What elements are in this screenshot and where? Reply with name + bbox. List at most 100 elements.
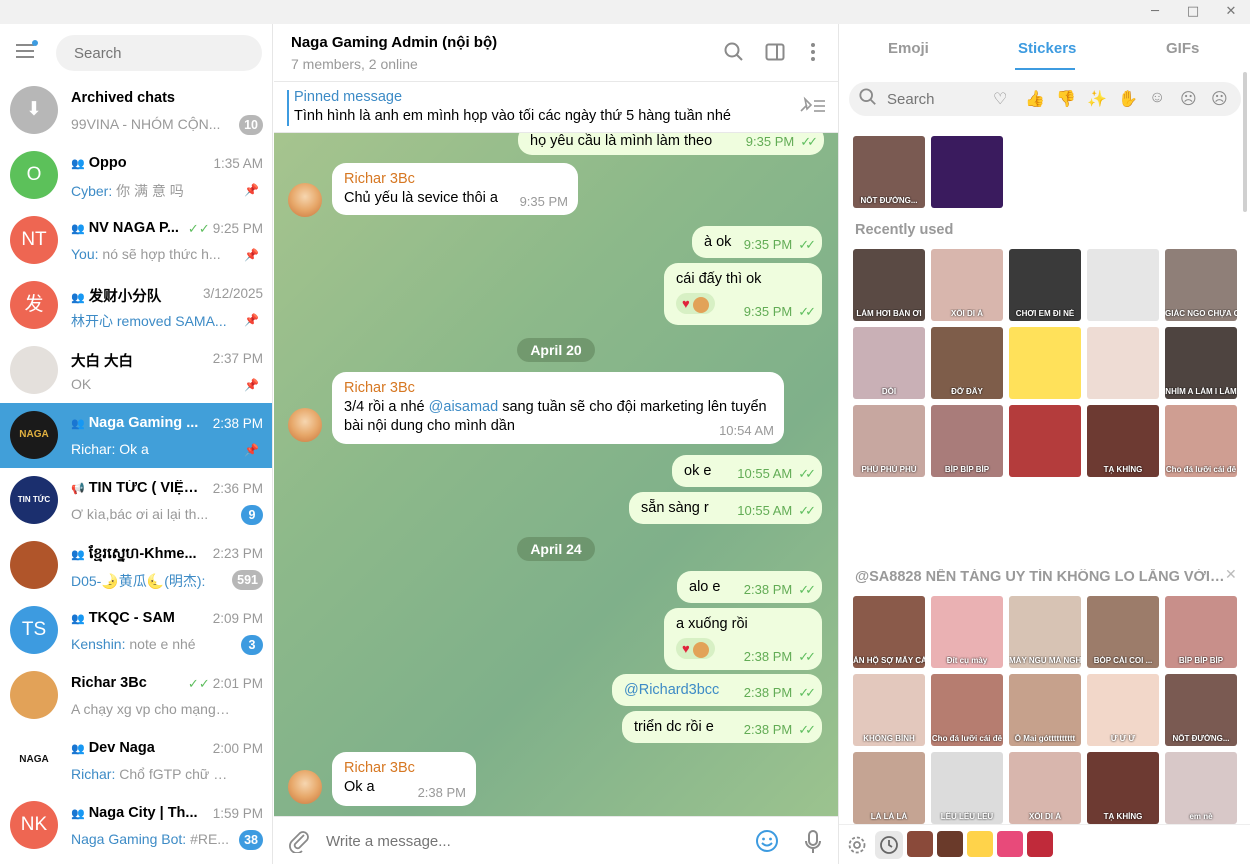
- search-input[interactable]: [56, 35, 262, 71]
- smile-icon[interactable]: ☺: [1149, 89, 1165, 107]
- scrollbar-thumb[interactable]: [1243, 72, 1247, 212]
- sticker[interactable]: ĐỠ ĐÂY: [931, 327, 1003, 399]
- sticker[interactable]: [931, 136, 1003, 208]
- sticker[interactable]: BÓP CÁI COI ...: [1087, 596, 1159, 668]
- message-bubble[interactable]: @Richard3bcc 2:38 PM ✓✓: [612, 674, 822, 706]
- sticker[interactable]: [1087, 327, 1159, 399]
- party-icon[interactable]: ✨: [1087, 89, 1107, 109]
- sticker[interactable]: BÍP BÍP BÍP: [931, 405, 1003, 477]
- pinned-message-bar[interactable]: Pinned message Tình hình là anh em mình …: [274, 82, 838, 133]
- avatar[interactable]: [288, 408, 322, 442]
- message-bubble[interactable]: họ yêu cầu là mình làm theo 9:35 PM ✓✓: [518, 133, 824, 155]
- tab-emoji[interactable]: Emoji: [888, 40, 929, 57]
- sticker[interactable]: DỖI: [853, 327, 925, 399]
- sticker[interactable]: Đít cụ mày: [931, 596, 1003, 668]
- message-area[interactable]: họ yêu cầu là mình làm theo 9:35 PM ✓✓ Ri…: [274, 133, 838, 816]
- reaction[interactable]: ♥: [676, 638, 716, 659]
- microphone-icon[interactable]: [804, 829, 822, 861]
- message-input[interactable]: [326, 817, 746, 864]
- sticker[interactable]: LÀ LÀ LÁ: [853, 752, 925, 824]
- chat-list-item[interactable]: ⬇ Archived chats 99VINA - NHÓM CỘN... 10: [0, 78, 272, 143]
- sticker[interactable]: NỐT ĐƯỜNG...: [1165, 674, 1237, 746]
- sender-name[interactable]: Richar 3Bc: [344, 759, 464, 778]
- chat-list-item[interactable]: TIN TỨC 📢 TIN TỨC ( VIỆT ... 2:36 PM Ơ kìa,b…: [0, 468, 272, 533]
- sticker[interactable]: Ừ Ừ Ừ: [1087, 674, 1159, 746]
- thumbs-down-icon[interactable]: 👎: [1056, 89, 1076, 109]
- close-pack-icon[interactable]: ✕: [1225, 566, 1237, 583]
- sticker[interactable]: NHÌM A LÀM I LẮM: [1165, 327, 1237, 399]
- chat-list-item[interactable]: NAGA 👥 Dev Naga 2:00 PM Richar: Chổ fGTP chữ…: [0, 728, 272, 793]
- chat-list-item[interactable]: 👥 ខ្មែរស្នេហ-Khme... 2:23 PM D05-🌛黄瓜🌜(明杰): …: [0, 533, 272, 598]
- message-bubble[interactable]: ok e 10:55 AM ✓✓: [672, 455, 822, 487]
- sticker[interactable]: XÕI DI Á: [931, 249, 1003, 321]
- recent-clock-icon[interactable]: [875, 831, 903, 859]
- sticker[interactable]: GIÁC NGO CHỰA CON THAI: [1165, 249, 1237, 321]
- thumbs-up-icon[interactable]: 👍: [1025, 89, 1045, 109]
- chat-list-item[interactable]: 发 👥 发财小分队 3/12/2025 林开心 removed SAMA... 📌: [0, 273, 272, 338]
- sidebar-toggle-icon[interactable]: [764, 42, 786, 64]
- sticker[interactable]: [1009, 405, 1081, 477]
- message-bubble[interactable]: sẵn sàng r 10:55 AM ✓✓: [629, 492, 822, 524]
- wave-hand-icon[interactable]: ✋: [1118, 89, 1138, 109]
- settings-icon[interactable]: [847, 835, 867, 858]
- sticker[interactable]: [1009, 483, 1081, 555]
- sticker-search-input[interactable]: [887, 82, 987, 116]
- message-bubble[interactable]: triển dc rồi e 2:38 PM ✓✓: [622, 711, 822, 743]
- sticker-pack-tab[interactable]: [937, 831, 963, 857]
- sticker[interactable]: ĂN HỘ SỢ MẤY CÁI: [853, 596, 925, 668]
- tab-gifs[interactable]: GIFs: [1166, 40, 1199, 57]
- angry-icon[interactable]: ☹: [1180, 89, 1197, 109]
- message-bubble[interactable]: a xuống rồi ♥ 2:38 PM ✓✓: [664, 608, 822, 670]
- sticker[interactable]: TẠ KHÌNG: [1087, 752, 1159, 824]
- message-bubble[interactable]: Richar 3Bc Chủ yếu là sevice thôi a 9:35…: [332, 163, 578, 215]
- chat-list-item[interactable]: NT 👥 NV NAGA P... ✓✓ 9:25 PM You: nó sẽ hợp t…: [0, 208, 272, 273]
- avatar[interactable]: [288, 183, 322, 217]
- sticker[interactable]: TẠ KHÌNG: [1087, 405, 1159, 477]
- sticker[interactable]: CHƠI EM ĐI NÈ: [1009, 249, 1081, 321]
- chat-list-item[interactable]: NAGA 👥 Naga Gaming ... 2:38 PM Richar: Ok a 📌: [0, 403, 272, 468]
- heart-icon[interactable]: ♡: [993, 89, 1007, 109]
- sticker[interactable]: LÊU LÊU LÊU: [931, 752, 1003, 824]
- sticker-pack-tab[interactable]: [997, 831, 1023, 857]
- sender-name[interactable]: Richar 3Bc: [344, 170, 566, 189]
- sticker[interactable]: Cho đá lưỡi cái đê: [1165, 405, 1237, 477]
- sticker[interactable]: [1087, 249, 1159, 321]
- search-icon[interactable]: [723, 42, 745, 64]
- pinned-list-icon[interactable]: [798, 96, 826, 119]
- mention-link[interactable]: @aisamad: [429, 399, 499, 415]
- sticker[interactable]: Cho đá lưỡi cái đê: [931, 674, 1003, 746]
- sticker-pack-tab[interactable]: [967, 831, 993, 857]
- emoji-icon[interactable]: [755, 829, 779, 859]
- search-field[interactable]: [56, 35, 262, 71]
- sticker[interactable]: BÍP BÍP BÍP: [1165, 596, 1237, 668]
- message-bubble[interactable]: alo e 2:38 PM ✓✓: [677, 571, 822, 603]
- sticker[interactable]: [1009, 327, 1081, 399]
- message-bubble[interactable]: Richar 3Bc Ok a 2:38 PM: [332, 752, 476, 806]
- sticker-pack-tab[interactable]: [1027, 831, 1053, 857]
- sender-name[interactable]: Richar 3Bc: [344, 379, 772, 398]
- chat-header[interactable]: Naga Gaming Admin (nội bộ) 7 members, 2 …: [274, 24, 838, 82]
- sticker[interactable]: [1165, 483, 1237, 555]
- message-bubble[interactable]: Richar 3Bc 3/4 rồi a nhé @aisamad sang t…: [332, 372, 784, 444]
- mention-link[interactable]: @Richard3bcc: [624, 682, 719, 698]
- chat-list-item[interactable]: NK 👥 Naga City | Th... 1:59 PM Naga Gaming B…: [0, 793, 272, 858]
- tab-stickers[interactable]: Stickers: [1018, 40, 1076, 57]
- sticker[interactable]: MÀY NGU MÀ NGHĨ RẰNG...: [1009, 596, 1081, 668]
- reaction[interactable]: ♥: [676, 293, 716, 314]
- close-button[interactable]: ✕: [1213, 0, 1249, 24]
- more-options-icon[interactable]: [802, 42, 824, 64]
- sticker[interactable]: LÀM HƠI BÁN ƠI: [853, 249, 925, 321]
- chat-list-item[interactable]: 大白 大白 2:37 PM OK 📌: [0, 338, 272, 403]
- sticker-pack-tab[interactable]: [907, 831, 933, 857]
- sticker[interactable]: [1087, 483, 1159, 555]
- sticker[interactable]: KHÔNG BÌNH: [853, 674, 925, 746]
- chat-list-item[interactable]: TS 👥 TKQC - SAM 2:09 PM Kenshin: note e nhé 3: [0, 598, 272, 663]
- sticker[interactable]: NỐT ĐƯỜNG...: [853, 136, 925, 208]
- sticker[interactable]: [931, 483, 1003, 555]
- message-bubble[interactable]: à ok 9:35 PM ✓✓: [692, 226, 822, 258]
- chat-list-item[interactable]: O 👥 Oppo 1:35 AM Cyber: 你 满 意 吗 📌: [0, 143, 272, 208]
- avatar[interactable]: [288, 770, 322, 804]
- message-bubble[interactable]: cái đấy thì ok ♥ 9:35 PM ✓✓: [664, 263, 822, 325]
- sticker[interactable]: [853, 483, 925, 555]
- sticker[interactable]: Ồ Mai gótttttttttt: [1009, 674, 1081, 746]
